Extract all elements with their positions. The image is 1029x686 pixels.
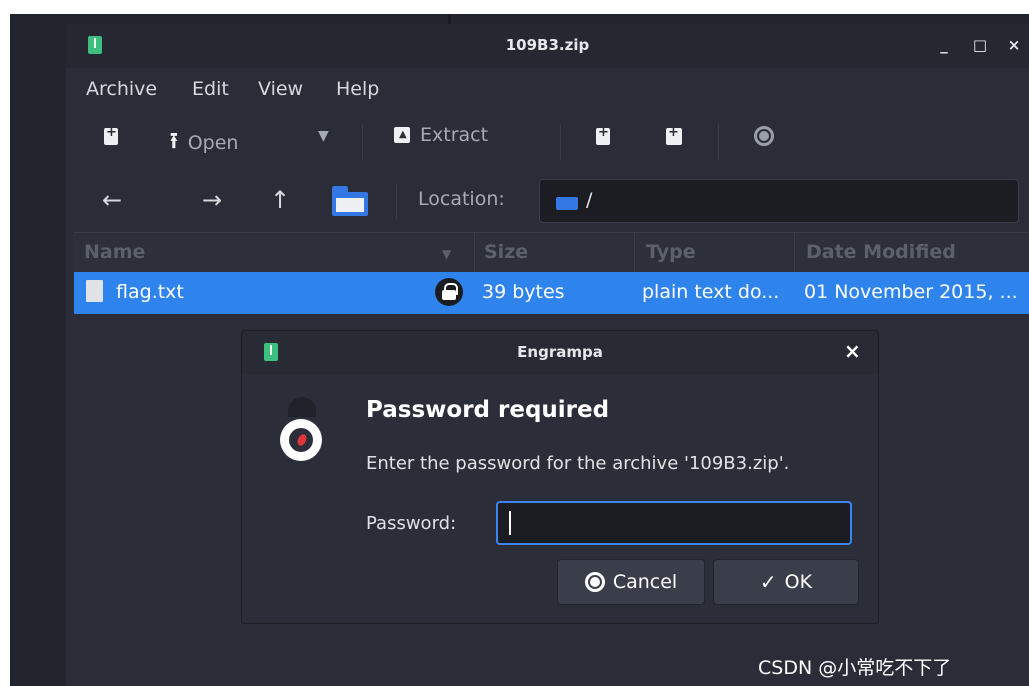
open-label: Open	[187, 132, 239, 154]
back-arrow-icon[interactable]: ←	[102, 186, 122, 214]
window-title: 109B3.zip	[505, 36, 590, 54]
password-dialog: Engrampa × Password required Enter the p…	[241, 330, 879, 624]
file-size: 39 bytes	[482, 281, 565, 303]
cancel-label: Cancel	[612, 571, 678, 593]
up-arrow-icon[interactable]: ↑	[270, 186, 290, 214]
navigation-bar: ← → ↑ Location: /	[66, 174, 1029, 232]
file-list-header: Name ▼ Size Type Date Modified	[74, 232, 1029, 273]
forward-arrow-icon[interactable]: →	[202, 186, 222, 214]
add-folder-button[interactable]	[666, 125, 682, 145]
extract-label: Extract	[420, 124, 489, 146]
new-document-icon	[104, 125, 118, 145]
file-name: flag.txt	[116, 281, 184, 303]
column-name[interactable]: Name	[84, 241, 145, 263]
folder-icon	[556, 197, 578, 210]
window-titlebar[interactable]: 109B3.zip _ □ ×	[66, 24, 1029, 68]
dialog-titlebar[interactable]: Engrampa ×	[242, 331, 878, 375]
minimize-button[interactable]: _	[934, 34, 954, 56]
lock-icon	[435, 278, 463, 306]
dialog-close-button[interactable]: ×	[844, 339, 861, 363]
home-folder-button[interactable]	[332, 186, 368, 216]
checkmark-icon: ✓	[759, 570, 777, 594]
maximize-button[interactable]: □	[970, 34, 990, 56]
column-type[interactable]: Type	[646, 241, 696, 263]
menu-archive[interactable]: Archive	[86, 78, 157, 100]
text-caret	[509, 511, 511, 535]
upload-arrow-icon: ⭱	[170, 129, 178, 154]
column-size[interactable]: Size	[484, 241, 528, 263]
password-input[interactable]	[496, 501, 852, 545]
location-field[interactable]: /	[539, 179, 1019, 223]
menubar: Archive Edit View Help	[66, 68, 1029, 110]
new-archive-button[interactable]	[104, 125, 118, 145]
ok-label: OK	[784, 571, 813, 593]
dialog-heading: Password required	[366, 397, 610, 423]
toolbar-separator	[560, 124, 561, 160]
dialog-title: Engrampa	[517, 343, 603, 361]
ok-button[interactable]: ✓ OK	[713, 559, 859, 605]
chevron-down-icon: ▼	[318, 128, 329, 144]
open-dropdown-button[interactable]: ▼	[318, 128, 329, 144]
menu-help[interactable]: Help	[336, 78, 379, 100]
stop-icon	[754, 126, 774, 146]
file-type: plain text do...	[642, 281, 780, 303]
dialog-message: Enter the password for the archive '109B…	[366, 453, 790, 474]
add-files-button[interactable]	[596, 125, 610, 145]
extract-button[interactable]: ▲ Extract	[394, 124, 488, 146]
column-date-modified[interactable]: Date Modified	[806, 241, 956, 263]
menu-view[interactable]: View	[258, 78, 303, 100]
add-file-icon	[596, 125, 610, 145]
close-window-button[interactable]: ×	[1004, 34, 1024, 56]
menu-edit[interactable]: Edit	[192, 78, 229, 100]
extract-box-icon: ▲	[394, 127, 410, 143]
location-label: Location:	[418, 188, 505, 210]
stop-button[interactable]	[754, 126, 774, 146]
cancel-button[interactable]: Cancel	[557, 559, 705, 605]
toolbar-separator	[718, 124, 719, 160]
text-file-icon	[86, 280, 103, 302]
watermark-text: CSDN @小常吃不下了	[758, 657, 952, 679]
table-row[interactable]: flag.txt 39 bytes plain text do... 01 No…	[74, 272, 1029, 314]
toolbar-separator	[362, 124, 363, 160]
sort-chevron-icon[interactable]: ▼	[442, 247, 451, 261]
toolbar: ⭱ Open ▼ ▲ Extract	[66, 114, 1029, 170]
location-path: /	[586, 189, 593, 211]
password-lock-icon	[278, 397, 326, 473]
password-label: Password:	[366, 513, 457, 534]
nav-separator	[396, 184, 397, 220]
cancel-icon	[584, 572, 605, 592]
add-folder-icon	[666, 125, 682, 145]
file-date-modified: 01 November 2015, ...	[804, 281, 1018, 303]
open-button[interactable]: ⭱ Open	[170, 124, 238, 162]
